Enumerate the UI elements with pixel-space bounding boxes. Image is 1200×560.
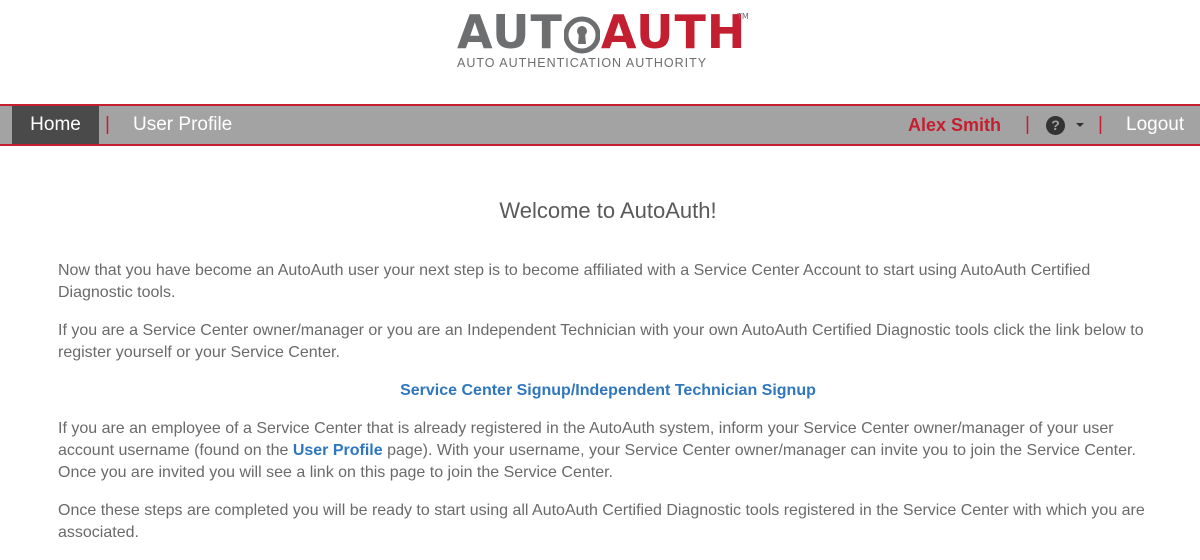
- nav-user-profile-link[interactable]: User Profile: [133, 106, 232, 144]
- logo-auto-text: AUT: [457, 5, 563, 59]
- employee-instructions-paragraph: If you are an employee of a Service Cent…: [58, 418, 1158, 484]
- question-circle-icon: ?: [1046, 116, 1065, 135]
- owner-instructions-paragraph: If you are a Service Center owner/manage…: [58, 322, 1144, 361]
- nav-separator: |: [1025, 114, 1030, 135]
- trademark-mark: TM: [737, 12, 749, 21]
- nav-user-name[interactable]: Alex Smith: [908, 106, 1001, 144]
- completion-paragraph: Once these steps are completed you will …: [58, 502, 1145, 541]
- main-navbar: Home | User Profile Alex Smith | ? | Log…: [0, 104, 1200, 146]
- user-profile-inline-link[interactable]: User Profile: [293, 442, 383, 459]
- intro-paragraph: Now that you have become an AutoAuth use…: [58, 262, 1091, 301]
- page-title: Welcome to AutoAuth!: [499, 198, 717, 223]
- help-dropdown[interactable]: ?: [1046, 116, 1090, 136]
- caret-down-icon: [1076, 123, 1084, 127]
- autoauth-logo[interactable]: AUT AUTH TM AUTO AUTHENTICATION AUTHORITY: [457, 8, 749, 72]
- logo-auth-text: AUTH: [600, 5, 747, 59]
- nav-separator: |: [105, 114, 110, 135]
- nav-logout-link[interactable]: Logout: [1126, 106, 1184, 144]
- signup-link-row: Service Center Signup/Independent Techni…: [58, 380, 1158, 402]
- nav-home-tab[interactable]: Home: [12, 106, 99, 144]
- keyhole-o-icon: [563, 14, 601, 54]
- logo-wordmark: AUT AUTH: [457, 8, 746, 56]
- header: AUT AUTH TM AUTO AUTHENTICATION AUTHORITY: [0, 0, 1200, 104]
- logo-tagline: AUTO AUTHENTICATION AUTHORITY: [457, 56, 708, 70]
- service-center-signup-link[interactable]: Service Center Signup/Independent Techni…: [400, 382, 816, 399]
- nav-separator: |: [1098, 114, 1103, 135]
